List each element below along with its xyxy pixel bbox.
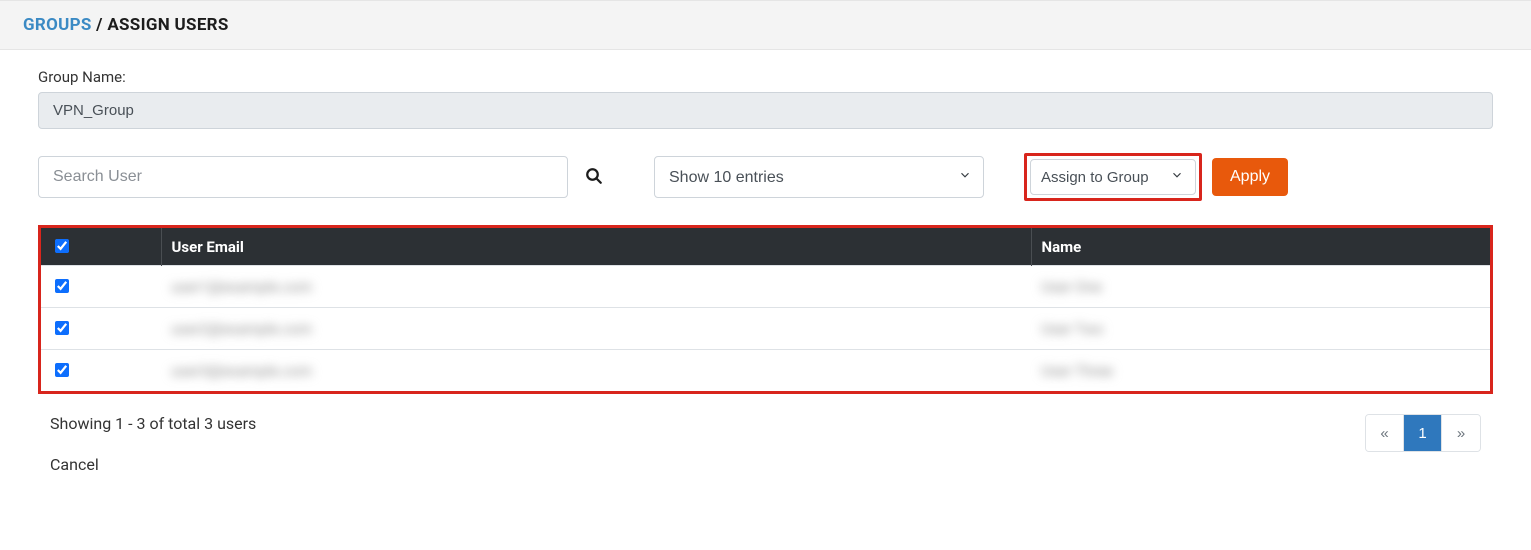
- cell-name: User Three: [1041, 362, 1113, 380]
- row-checkbox[interactable]: [55, 363, 69, 377]
- cell-user-email: user3@example.com: [171, 362, 312, 380]
- pager-prev[interactable]: «: [1366, 415, 1404, 451]
- cell-name: User One: [1041, 278, 1102, 296]
- header-name: Name: [1031, 228, 1490, 266]
- group-name-label: Group Name:: [38, 68, 1493, 86]
- header-user-email: User Email: [161, 228, 1031, 266]
- entries-select[interactable]: Show 10 entries: [654, 156, 984, 198]
- action-select[interactable]: Assign to Group: [1030, 159, 1196, 195]
- select-all-checkbox[interactable]: [55, 239, 69, 253]
- cancel-link[interactable]: Cancel: [50, 455, 99, 474]
- row-checkbox[interactable]: [55, 279, 69, 293]
- breadcrumb: GROUPS / ASSIGN USERS: [0, 0, 1531, 50]
- row-checkbox[interactable]: [55, 321, 69, 335]
- cell-user-email: user1@example.com: [171, 278, 312, 296]
- group-name-field: [38, 92, 1493, 129]
- action-select-highlight: Assign to Group: [1024, 153, 1202, 201]
- header-select-all: [41, 228, 161, 266]
- users-table-highlight: User Email Name user1@example.com User O…: [38, 225, 1493, 394]
- pagination: « 1 »: [1365, 414, 1481, 452]
- breadcrumb-separator: /: [96, 15, 103, 35]
- search-icon: [585, 167, 603, 188]
- showing-count: Showing 1 - 3 of total 3 users: [50, 414, 256, 433]
- search-input[interactable]: [38, 156, 568, 198]
- breadcrumb-groups-link[interactable]: GROUPS: [23, 15, 92, 35]
- apply-button[interactable]: Apply: [1212, 158, 1288, 196]
- cell-name: User Two: [1041, 320, 1103, 338]
- toolbar: Show 10 entries Assign to Group Apply: [38, 153, 1493, 201]
- pager-next[interactable]: »: [1442, 415, 1480, 451]
- search-button[interactable]: [574, 156, 614, 198]
- table-row: user1@example.com User One: [41, 266, 1490, 308]
- pager-page-1[interactable]: 1: [1404, 415, 1442, 451]
- table-row: user3@example.com User Three: [41, 350, 1490, 392]
- breadcrumb-current: ASSIGN USERS: [107, 15, 228, 35]
- cell-user-email: user2@example.com: [171, 320, 312, 338]
- users-table: User Email Name user1@example.com User O…: [41, 228, 1490, 391]
- table-row: user2@example.com User Two: [41, 308, 1490, 350]
